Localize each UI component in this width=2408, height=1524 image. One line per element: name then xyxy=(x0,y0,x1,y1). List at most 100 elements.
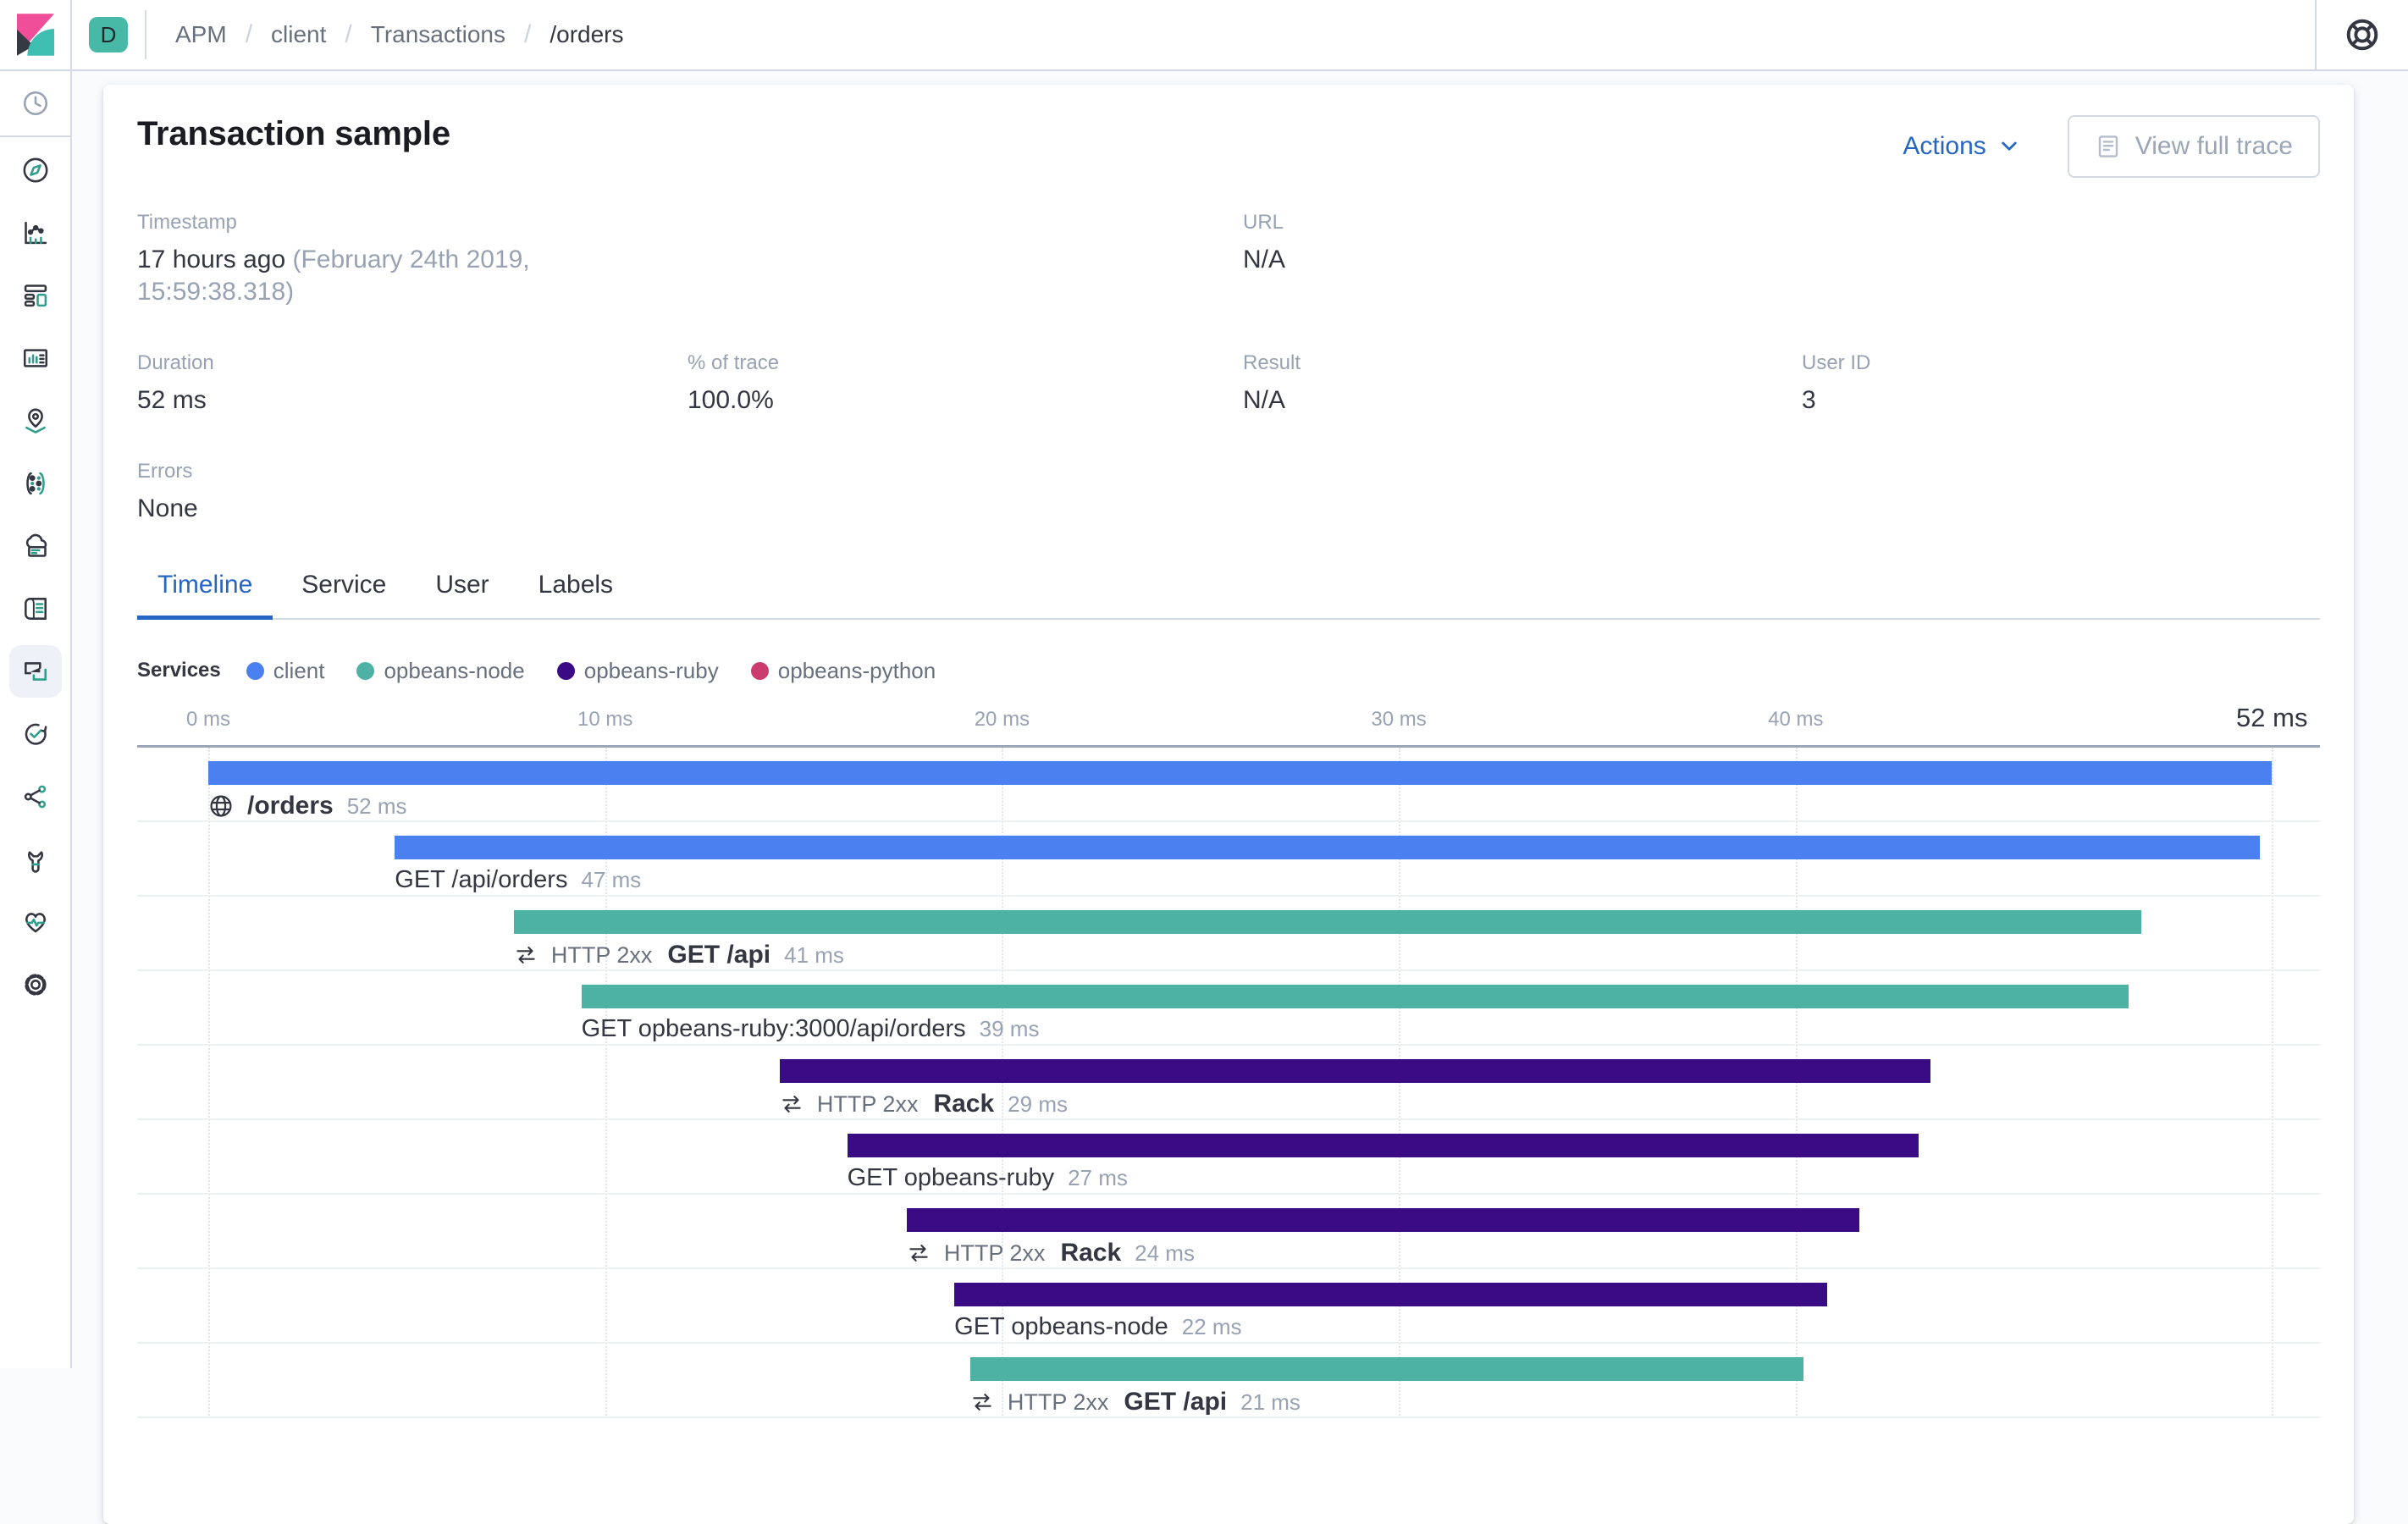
duration-label: 29 ms xyxy=(1008,1091,1068,1117)
actions-label: Actions xyxy=(1903,132,1986,160)
waterfall: /orders 52 ms GET /api/orders 47 ms HTTP 2xx… xyxy=(137,748,2320,1418)
transaction-label[interactable]: /orders 52 ms xyxy=(208,792,407,820)
result-badge: HTTP 2xx xyxy=(550,941,653,968)
sidebar-item-infrastructure[interactable] xyxy=(0,515,70,577)
field-value: 100.0% xyxy=(688,386,774,414)
transaction-bar[interactable] xyxy=(906,1208,1859,1232)
legend-dot xyxy=(556,661,575,680)
graph-icon xyxy=(24,785,46,809)
axis-total-duration-label: 52 ms xyxy=(2236,703,2308,732)
span-bar[interactable] xyxy=(954,1283,1828,1306)
transaction-icon xyxy=(970,1390,994,1414)
span-bar[interactable] xyxy=(581,985,2129,1008)
sidebar-item-logs[interactable] xyxy=(0,577,70,640)
transaction-label[interactable]: HTTP 2xx GET /api 41 ms xyxy=(514,941,844,969)
transaction-sample-panel: Transaction sample Actions View full tra… xyxy=(103,85,2354,1524)
field-url: URL N/A xyxy=(1243,210,1802,308)
axis-tick-label: 20 ms xyxy=(974,708,1030,731)
ml-icon xyxy=(25,472,45,495)
sidebar-item-monitoring[interactable] xyxy=(0,891,70,953)
space-avatar[interactable]: D xyxy=(89,17,128,52)
transaction-label[interactable]: HTTP 2xx Rack 24 ms xyxy=(907,1239,1195,1267)
monitoring-icon xyxy=(25,913,46,933)
breadcrumb-item-transactions[interactable]: Transactions xyxy=(371,21,505,48)
transaction-bar[interactable] xyxy=(779,1059,1931,1083)
breadcrumb-item-apm[interactable]: APM xyxy=(175,21,227,48)
duration-label: 41 ms xyxy=(784,941,844,968)
transaction-label[interactable]: HTTP 2xx GET /api 21 ms xyxy=(970,1388,1301,1416)
waterfall-row: GET opbeans-ruby 27 ms xyxy=(137,1120,2320,1195)
page-title: Transaction sample xyxy=(137,115,450,152)
sidebar-item-management[interactable] xyxy=(0,953,70,1016)
transaction-name: GET /api xyxy=(667,941,771,969)
logs-icon xyxy=(24,598,47,620)
field-timestamp: Timestamp 17 hours ago (February 24th 201… xyxy=(137,210,688,308)
duration-label: 39 ms xyxy=(979,1016,1040,1041)
span-label[interactable]: GET opbeans-ruby 27 ms xyxy=(848,1164,1128,1192)
field-value: 3 xyxy=(1802,386,1816,414)
span-label[interactable]: GET /api/orders 47 ms xyxy=(395,866,641,894)
transaction-bar[interactable] xyxy=(969,1357,1804,1381)
devtools-icon xyxy=(27,851,43,873)
sidebar-item-machine-learning[interactable] xyxy=(0,452,70,515)
transaction-bar[interactable] xyxy=(208,761,2273,785)
document-icon xyxy=(2095,133,2122,160)
axis-tick-label: 10 ms xyxy=(577,708,633,731)
field-value: None xyxy=(137,494,198,522)
transaction-label[interactable]: HTTP 2xx Rack 29 ms xyxy=(780,1090,1068,1118)
waterfall-row: GET opbeans-node 22 ms xyxy=(137,1269,2320,1344)
span-label[interactable]: GET opbeans-ruby:3000/api/orders 39 ms xyxy=(582,1015,1040,1043)
result-badge: HTTP 2xx xyxy=(816,1091,919,1117)
breadcrumb-separator: / xyxy=(345,20,352,48)
duration-label: 22 ms xyxy=(1181,1314,1242,1339)
duration-label: 21 ms xyxy=(1240,1389,1301,1415)
span-bar[interactable] xyxy=(395,836,2261,859)
sidebar xyxy=(0,71,72,1368)
transaction-icon xyxy=(514,943,538,967)
sidebar-item-dev-tools[interactable] xyxy=(0,828,70,891)
tab-labels[interactable]: Labels xyxy=(518,571,633,618)
axis-tick-label: 30 ms xyxy=(1371,708,1427,731)
result-badge: HTTP 2xx xyxy=(943,1240,1046,1266)
waterfall-row: HTTP 2xx Rack 29 ms xyxy=(137,1046,2320,1120)
axis-tick-label: 0 ms xyxy=(185,708,231,731)
actions-dropdown[interactable]: Actions xyxy=(1903,132,2019,161)
field-label: Result xyxy=(1243,351,1301,374)
top-bar: D APM / client / Transactions / /orders xyxy=(0,0,2408,71)
field-label: User ID xyxy=(1802,351,1871,374)
sidebar-item-apm[interactable] xyxy=(0,640,70,703)
dashboard-icon xyxy=(24,284,47,307)
field-duration: Duration 52 ms xyxy=(137,351,688,417)
field-value: 52 ms xyxy=(137,386,207,414)
view-full-trace-button[interactable]: View full trace xyxy=(2067,115,2320,178)
time-axis: 0 ms 10 ms 20 ms 30 ms 40 ms 52 ms xyxy=(137,703,2320,738)
transaction-name: GET /api xyxy=(1124,1388,1228,1416)
field-value: N/A xyxy=(1243,246,1286,273)
canvas-icon xyxy=(23,349,47,367)
help-icon[interactable] xyxy=(2317,17,2408,52)
transaction-icon xyxy=(780,1092,804,1116)
recently-viewed-icon[interactable] xyxy=(0,71,70,137)
sidebar-item-uptime[interactable] xyxy=(0,703,70,765)
span-label[interactable]: GET opbeans-node 22 ms xyxy=(954,1313,1241,1341)
breadcrumb-item-client[interactable]: client xyxy=(271,21,326,48)
kibana-logo[interactable] xyxy=(0,0,72,69)
tab-service[interactable]: Service xyxy=(281,571,406,618)
tab-user[interactable]: User xyxy=(415,571,509,618)
tab-bar: Timeline Service User Labels xyxy=(137,571,2320,620)
sidebar-item-graph[interactable] xyxy=(0,765,70,828)
tab-timeline[interactable]: Timeline xyxy=(137,571,273,620)
sidebar-item-maps[interactable] xyxy=(0,389,70,452)
sidebar-item-canvas[interactable] xyxy=(0,327,70,389)
transaction-name: /orders xyxy=(247,792,334,820)
span-bar[interactable] xyxy=(847,1134,1919,1157)
transaction-bar[interactable] xyxy=(513,910,2141,934)
apm-icon xyxy=(24,662,47,681)
sidebar-item-visualize[interactable] xyxy=(0,202,70,264)
legend-item-client: client xyxy=(246,658,324,684)
legend-item-opbeans-ruby: opbeans-ruby xyxy=(556,658,719,684)
duration-label: 47 ms xyxy=(581,867,642,892)
sidebar-item-discover[interactable] xyxy=(0,139,70,202)
sidebar-item-dashboard[interactable] xyxy=(0,264,70,327)
transaction-name: Rack xyxy=(1060,1239,1122,1267)
